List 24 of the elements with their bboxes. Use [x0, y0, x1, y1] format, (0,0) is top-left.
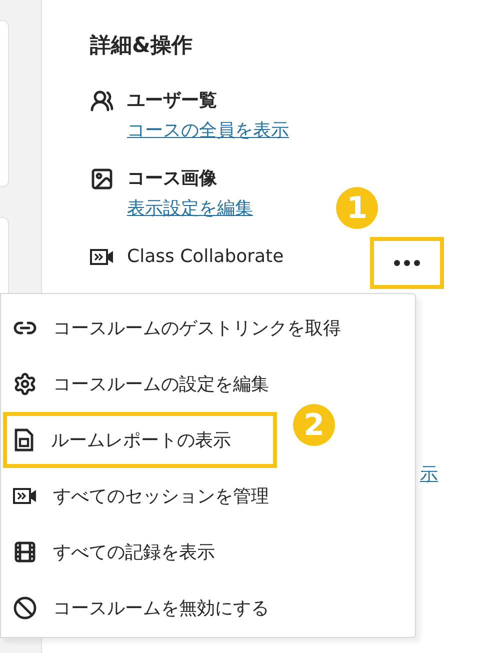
document-icon: [13, 428, 35, 452]
menu-item[interactable]: コースルームのゲストリンクを取得: [1, 300, 415, 356]
section-title: Class Collaborate: [127, 245, 284, 269]
menu-item[interactable]: コースルームの設定を編集: [1, 356, 415, 412]
section-link[interactable]: コースの全員を表示: [127, 118, 289, 144]
video-camera-icon: [13, 487, 37, 505]
section-title: コース画像: [127, 167, 217, 191]
image-icon: [90, 167, 114, 191]
menu-item[interactable]: コースルームを無効にする: [1, 580, 415, 636]
users-icon: [90, 89, 114, 113]
section-heading: 詳細&操作: [90, 32, 194, 59]
more-button[interactable]: [370, 237, 444, 289]
section-link[interactable]: 表示設定を編集: [127, 196, 253, 222]
step-badge: 1: [336, 187, 378, 229]
prohibited-icon: [13, 596, 37, 620]
more-icon: [394, 260, 420, 266]
settings-icon: [13, 372, 37, 396]
film-icon: [13, 540, 37, 564]
link[interactable]: 示: [420, 462, 438, 486]
section-title: ユーザー覧: [127, 89, 217, 113]
menu-item[interactable]: ルームレポートの表示: [3, 412, 277, 468]
menu-item[interactable]: すべての記録を表示: [1, 524, 415, 580]
video-camera-icon: [90, 248, 114, 266]
menu-item[interactable]: すべてのセッションを管理: [1, 468, 415, 524]
